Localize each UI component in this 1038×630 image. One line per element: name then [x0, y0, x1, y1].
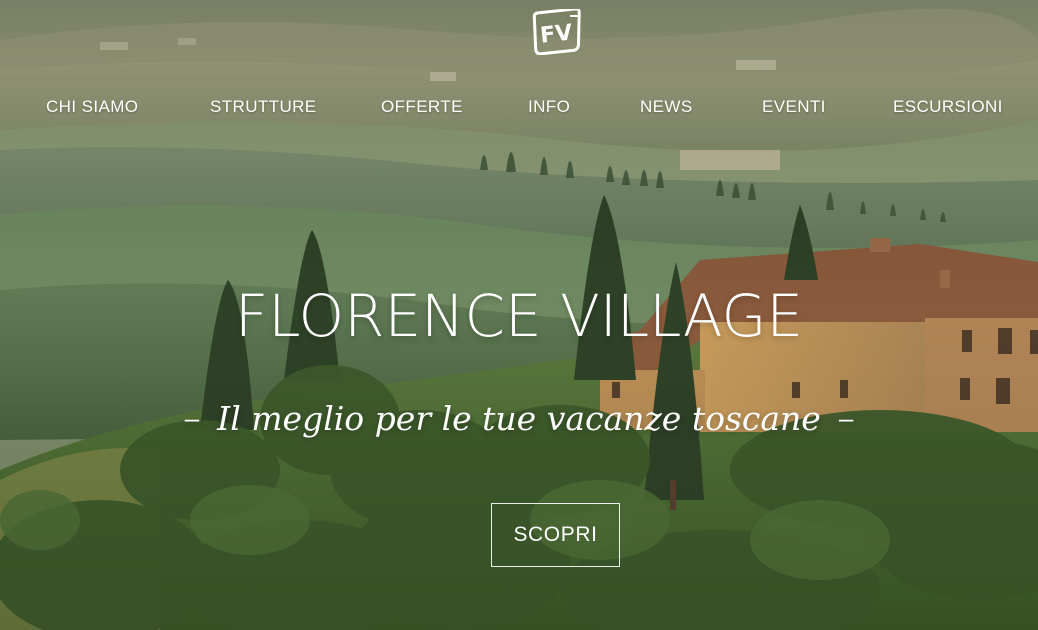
nav-item-escursioni[interactable]: ESCURSIONI: [893, 97, 1003, 117]
hero-subtitle: Il meglio per le tue vacanze toscane: [217, 399, 821, 438]
nav-item-info[interactable]: INFO: [528, 97, 570, 117]
nav-item-strutture[interactable]: STRUTTURE: [210, 97, 317, 117]
subtitle-dash-right: –: [838, 403, 854, 433]
hero-section: FV CHI SIAMO STRUTTURE OFFERTE INFO NEWS…: [0, 0, 1038, 630]
nav-item-news[interactable]: NEWS: [640, 97, 693, 117]
scopri-button[interactable]: SCOPRI: [491, 503, 620, 567]
nav-item-chi-siamo[interactable]: CHI SIAMO: [46, 97, 138, 117]
fv-logo-icon[interactable]: FV: [530, 9, 584, 55]
subtitle-dash-left: –: [184, 403, 200, 433]
svg-text:FV: FV: [539, 20, 574, 48]
nav-item-offerte[interactable]: OFFERTE: [381, 97, 463, 117]
hero-title: FLORENCE VILLAGE: [234, 282, 804, 350]
nav-item-eventi[interactable]: EVENTI: [762, 97, 826, 117]
main-nav: CHI SIAMO STRUTTURE OFFERTE INFO NEWS EV…: [0, 97, 1038, 121]
hero-subtitle-row: – Il meglio per le tue vacanze toscane –: [0, 396, 1038, 441]
